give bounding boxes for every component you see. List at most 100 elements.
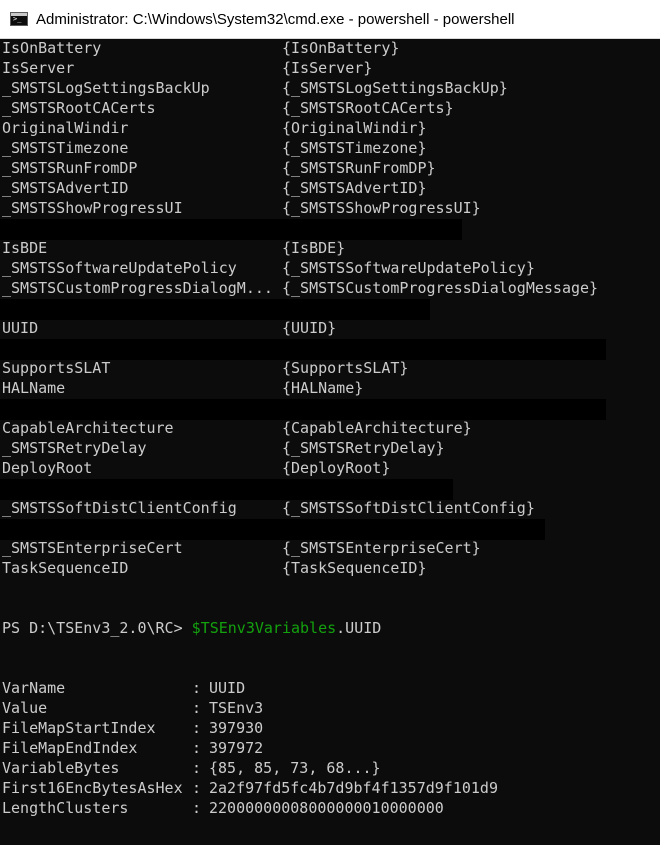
variable-value: {HALName} [282,379,364,397]
table-row: _SMSTSEnterpriseCert {_SMSTSEnterpriseCe… [2,538,481,558]
variable-name: OriginalWindir [2,119,129,137]
result-separator: : [192,719,202,737]
table-row: IsOnBattery {IsOnBattery} [2,38,399,58]
table-row: _SMSTSLogSettingsBackUp {_SMSTSLogSettin… [2,78,508,98]
table-row: _SMSTSRetryDelay {_SMSTSRetryDelay} [2,438,445,458]
result-separator: : [192,759,202,777]
variable-value: {_SMSTSTimezone} [282,139,427,157]
table-row: CapableArchitecture {CapableArchitecture… [2,418,472,438]
table-row: _SMSTSRunFromDP {_SMSTSRunFromDP} [2,158,436,178]
variable-value: {_SMSTSRunFromDP} [282,159,436,177]
redacted-line [0,339,606,360]
result-value: UUID [209,679,246,697]
variable-value: {CapableArchitecture} [282,419,472,437]
variable-value: {_SMSTSCustomProgressDialogMessage} [282,279,599,297]
variable-value: {_SMSTSSoftDistClientConfig} [282,499,535,517]
variable-value: {OriginalWindir} [282,119,427,137]
result-value: 2a2f97fd5fc4b7d9bf4f1357d9f101d9 [209,779,498,797]
table-row: _SMSTSRootCACerts {_SMSTSRootCACerts} [2,98,454,118]
variable-value: {_SMSTSAdvertID} [282,179,427,197]
table-row: TaskSequenceID {TaskSequenceID} [2,558,427,578]
result-property: FileMapStartIndex [2,719,156,737]
variable-name: _SMSTSCustomProgressDialogM... [2,279,273,297]
variable-value: {_SMSTSEnterpriseCert} [282,539,481,557]
variable-name: DeployRoot [2,459,93,477]
result-separator: : [192,799,202,817]
variable-name: IsServer [2,59,75,77]
variable-value: {UUID} [282,319,337,337]
variable-name: _SMSTSTimezone [2,139,129,157]
variable-value: {_SMSTSRetryDelay} [282,439,445,457]
table-row: _SMSTSTimezone {_SMSTSTimezone} [2,138,427,158]
result-separator: : [192,779,202,797]
title-bar: Administrator: C:\Windows\System32\cmd.e… [0,0,660,39]
redacted-line [0,299,430,320]
variable-value: {_SMSTSRootCACerts} [282,99,454,117]
variable-name: IsBDE [2,239,48,257]
redacted-line [0,479,453,500]
result-value: 397930 [209,719,264,737]
redacted-line [0,399,606,420]
result-separator: : [192,699,202,717]
table-row: SupportsSLAT {SupportsSLAT} [2,358,408,378]
result-row: VariableBytes : {85, 85, 73, 68...} [2,758,381,778]
console-output[interactable]: IsOnBattery {IsOnBattery} IsServer {IsSe… [0,38,660,845]
result-value: 22000000008000000010000000 [209,799,444,817]
variable-name: _SMSTSShowProgressUI [2,199,183,217]
variable-name: TaskSequenceID [2,559,129,577]
result-row: FileMapEndIndex : 397972 [2,738,263,758]
variable-value: {_SMSTSSoftwareUpdatePolicy} [282,259,535,277]
result-property: VariableBytes [2,759,120,777]
command-variable: $TSEnv3Variables [191,619,337,637]
variable-value: {_SMSTSLogSettingsBackUp} [282,79,508,97]
result-property: Value [2,699,48,717]
variable-name: CapableArchitecture [2,419,174,437]
result-property: First16EncBytesAsHex [2,779,183,797]
table-row: UUID {UUID} [2,318,336,338]
table-row: _SMSTSSoftDistClientConfig {_SMSTSSoftDi… [2,498,535,518]
table-row: OriginalWindir {OriginalWindir} [2,118,427,138]
result-value: {85, 85, 73, 68...} [209,759,381,777]
table-row: DeployRoot {DeployRoot} [2,458,390,478]
result-separator: : [192,739,202,757]
variable-name: UUID [2,319,39,337]
table-row: _SMSTSSoftwareUpdatePolicy {_SMSTSSoftwa… [2,258,535,278]
variable-value: {IsOnBattery} [282,39,400,57]
variable-name: _SMSTSRetryDelay [2,439,147,457]
result-row: VarName : UUID [2,678,245,698]
variable-value: {SupportsSLAT} [282,359,409,377]
table-row: HALName {HALName} [2,378,363,398]
variable-name: IsOnBattery [2,39,102,57]
variable-value: {IsBDE} [282,239,346,257]
variable-name: _SMSTSRootCACerts [2,99,156,117]
variable-name: _SMSTSEnterpriseCert [2,539,183,557]
table-row: IsBDE {IsBDE} [2,238,345,258]
variable-name: SupportsSLAT [2,359,111,377]
variable-value: {TaskSequenceID} [282,559,427,577]
variable-name: _SMSTSLogSettingsBackUp [2,79,210,97]
redacted-line [0,519,545,540]
result-row: FileMapStartIndex : 397930 [2,718,263,738]
prompt-path: PS D:\TSEnv3_2.0\RC> [2,619,192,637]
result-row: Value : TSEnv3 [2,698,263,718]
window-title: Administrator: C:\Windows\System32\cmd.e… [36,10,515,28]
table-row: _SMSTSCustomProgressDialogM... {_SMSTSCu… [2,278,598,298]
redacted-line [0,219,462,240]
result-value: 397972 [209,739,264,757]
result-separator: : [192,679,202,697]
command-line[interactable]: PS D:\TSEnv3_2.0\RC> $TSEnv3Variables.UU… [2,618,381,638]
result-property: VarName [2,679,66,697]
command-member: .UUID [336,619,382,637]
table-row: _SMSTSShowProgressUI {_SMSTSShowProgress… [2,198,481,218]
result-row: First16EncBytesAsHex : 2a2f97fd5fc4b7d9b… [2,778,498,798]
variable-name: HALName [2,379,66,397]
variable-name: _SMSTSAdvertID [2,179,129,197]
variable-value: {DeployRoot} [282,459,391,477]
table-row: _SMSTSAdvertID {_SMSTSAdvertID} [2,178,427,198]
table-row: IsServer {IsServer} [2,58,372,78]
variable-name: _SMSTSSoftwareUpdatePolicy [2,259,237,277]
result-property: LengthClusters [2,799,129,817]
cmd-console-icon[interactable] [10,12,28,26]
result-property: FileMapEndIndex [2,739,138,757]
result-value: TSEnv3 [209,699,264,717]
